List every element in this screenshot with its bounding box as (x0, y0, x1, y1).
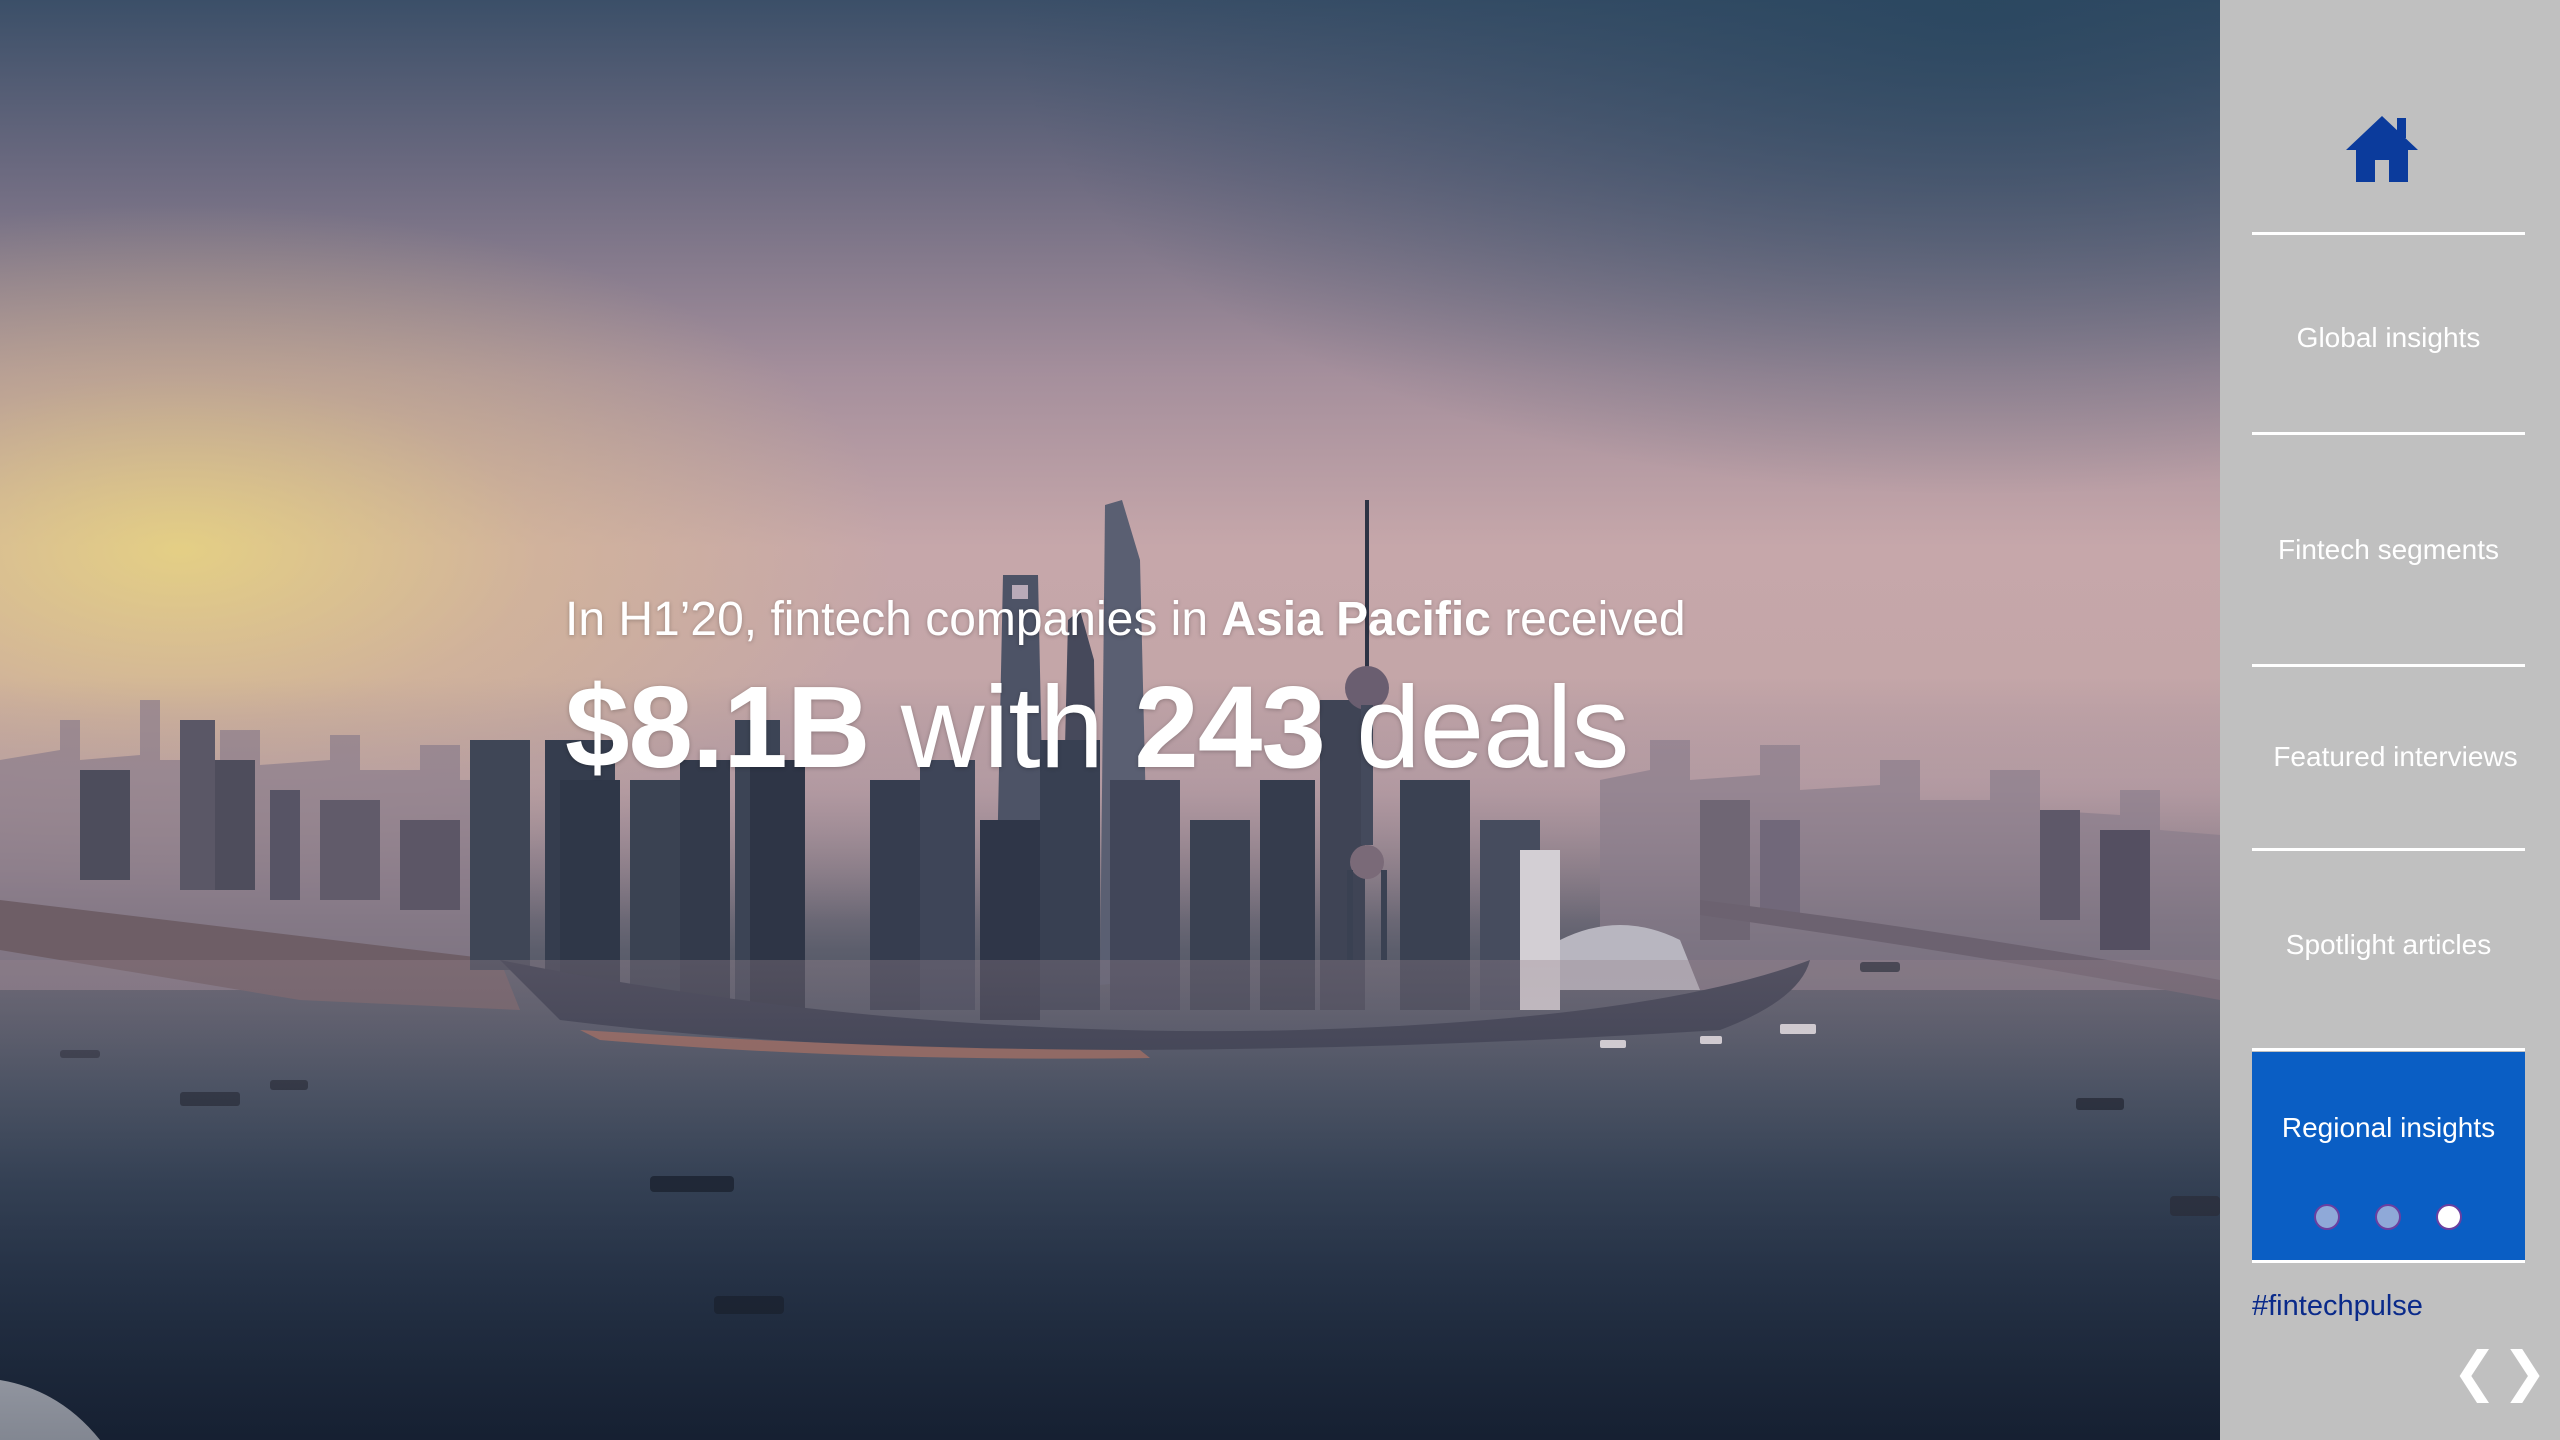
nav-fintech-segments-label: Fintech segments (2278, 534, 2499, 565)
headline-intro-suffix: received (1490, 593, 1686, 646)
nav-spotlight-articles-label: Spotlight articles (2285, 929, 2492, 960)
page-dot-1[interactable] (2314, 1204, 2340, 1230)
nav-spotlight-articles[interactable]: Spotlight articles (2252, 892, 2525, 998)
funding-amount: $8.1B (565, 662, 871, 792)
nav-divider (2252, 1048, 2525, 1051)
hashtag-link[interactable]: #fintechpulse (2252, 1290, 2423, 1323)
headline-intro-prefix: In H1’20, fintech companies in (565, 593, 1222, 646)
page-dot-2[interactable] (2375, 1204, 2401, 1230)
nav-featured-interviews[interactable]: Featured interviews (2252, 704, 2525, 810)
headline-stat: $8.1B with 243 deals (565, 662, 1686, 792)
slide: In H1’20, fintech companies in Asia Paci… (0, 0, 2560, 1440)
headline-intro: In H1’20, fintech companies in Asia Paci… (565, 588, 1686, 652)
home-icon (2346, 116, 2418, 182)
nav-divider (2252, 664, 2525, 667)
headline-deals-word: deals (1324, 662, 1629, 792)
next-arrow-button[interactable]: ❯ (2502, 1342, 2547, 1402)
prev-arrow-button[interactable]: ❮ (2452, 1342, 2497, 1402)
nav-global-insights[interactable]: Global insights (2252, 280, 2525, 396)
nav-divider (2252, 848, 2525, 851)
headline-region: Asia Pacific (1221, 593, 1491, 646)
hero-background-image: In H1’20, fintech companies in Asia Paci… (0, 0, 2220, 1440)
page-dot-3-active[interactable] (2436, 1204, 2462, 1230)
nav-regional-insights-label: Regional insights (2281, 1112, 2496, 1143)
home-button[interactable] (2342, 108, 2422, 188)
nav-global-insights-label: Global insights (2296, 322, 2481, 353)
headline-connector: with (869, 662, 1135, 792)
nav-featured-interviews-label: Featured interviews (2273, 741, 2518, 772)
nav-regional-insights-active[interactable]: Regional insights (2252, 1052, 2525, 1260)
nav-divider (2252, 1260, 2525, 1263)
headline: In H1’20, fintech companies in Asia Paci… (565, 588, 1686, 792)
navigation-sidebar: Global insights Fintech segments Feature… (2220, 0, 2560, 1440)
nav-fintech-segments[interactable]: Fintech segments (2252, 494, 2525, 606)
deal-count: 243 (1134, 662, 1326, 792)
nav-divider (2252, 232, 2525, 235)
nav-divider (2252, 432, 2525, 435)
river-surface (0, 960, 2220, 1440)
